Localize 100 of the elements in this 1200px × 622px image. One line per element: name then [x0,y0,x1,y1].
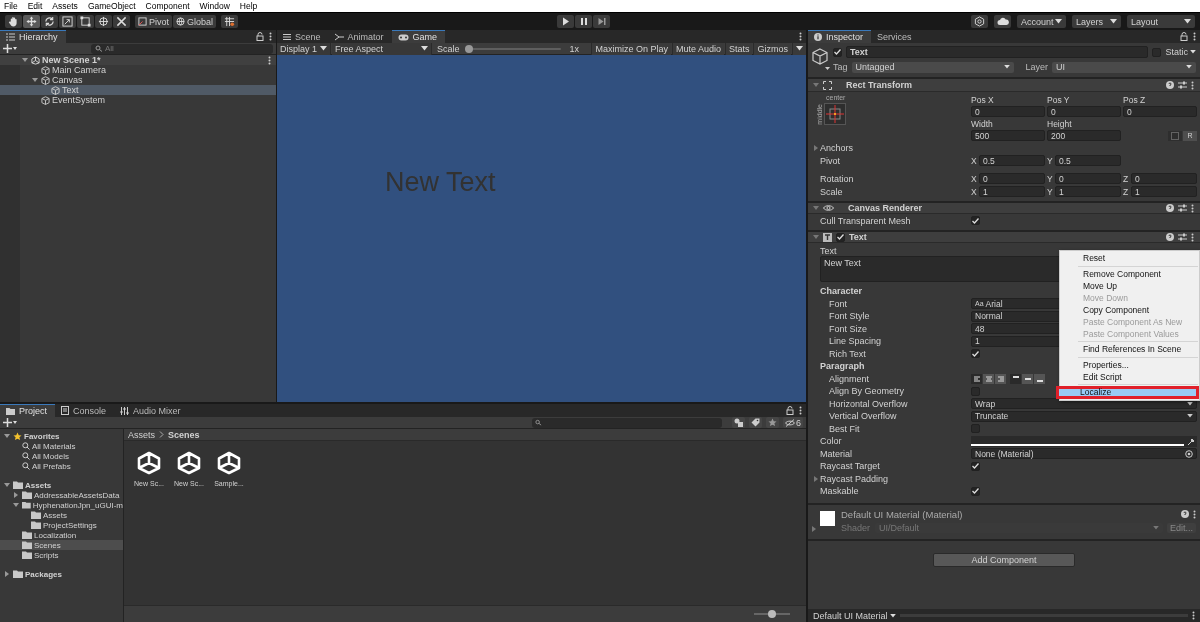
scale-slider[interactable] [464,43,561,54]
more-icon[interactable] [1191,80,1194,90]
menu-item[interactable]: Find References In Scene [1060,342,1199,356]
menu-item[interactable]: GameObject [87,1,136,11]
lock-icon[interactable] [786,406,794,415]
menu-item[interactable]: Window [199,1,230,11]
add-button[interactable] [3,418,17,427]
preview-dropdown[interactable]: Default UI Material [813,610,896,621]
project-tree-item[interactable]: Scenes [0,540,123,550]
hierarchy-item[interactable]: EventSystem [0,95,276,105]
project-tree-item[interactable]: Packages [0,569,123,579]
checkbox[interactable] [971,349,980,359]
dropdown[interactable]: Truncate [971,410,1197,422]
hierarchy-item[interactable]: Main Camera [0,65,276,75]
breadcrumb-item[interactable]: Assets [128,429,155,440]
more-icon[interactable] [268,55,271,65]
menu-item[interactable]: Edit Script [1060,370,1199,384]
project-tree-item[interactable]: Localization [0,530,123,540]
account-dropdown[interactable]: Account [1017,15,1066,28]
project-tree-item[interactable]: All Materials [0,441,123,451]
layer-dropdown[interactable]: UI [1052,61,1196,73]
checkbox[interactable] [971,216,980,225]
hidden-packages-button[interactable]: 6 [783,417,803,428]
tool-button[interactable] [77,15,94,28]
layers-dropdown[interactable]: Layers [1072,15,1121,28]
more-icon[interactable] [1191,232,1194,242]
number-field[interactable]: 1 [1131,186,1197,197]
number-field[interactable]: 0.5 [979,155,1045,166]
component-title[interactable]: Canvas Renderer [848,203,923,213]
project-tree-item[interactable]: AddressableAssetsData [0,490,123,500]
project-tree-item[interactable]: HyphenationJpn_uGUI-m [0,500,123,510]
presets-icon[interactable] [1178,233,1187,241]
cloud-button[interactable] [994,15,1011,28]
enabled-checkbox[interactable] [836,232,845,242]
step-button[interactable] [593,15,610,28]
filter-type-button[interactable] [732,417,745,428]
help-icon[interactable] [1166,233,1174,241]
project-tree-item[interactable]: Assets [0,510,123,520]
view-tab[interactable]: Animator [328,30,392,43]
panel-tab[interactable]: Console [55,404,115,417]
foldout-arrow-icon[interactable] [814,475,818,482]
align-button[interactable] [1022,373,1033,384]
menu-item[interactable]: Edit [27,1,43,11]
name-field[interactable]: Text [846,46,1149,58]
expand-arrow-icon[interactable] [3,434,10,438]
panel-tab[interactable]: Project [0,404,55,417]
icon-size-slider[interactable] [754,610,790,618]
expand-arrow-icon[interactable] [21,58,28,62]
expand-arrow-icon[interactable] [4,571,9,577]
collab-button[interactable] [971,15,988,28]
help-icon[interactable] [1181,510,1189,518]
static-dropdown[interactable]: Static [1165,47,1196,57]
tag-dropdown[interactable]: Untagged [851,61,1014,73]
menu-item[interactable]: File [4,1,18,11]
foldout-arrow-icon[interactable] [812,525,816,532]
lock-icon[interactable] [256,32,264,41]
view-tab[interactable]: Game [391,30,446,43]
object-field[interactable]: None (Material) [971,448,1197,460]
more-icon[interactable] [799,32,802,41]
number-field[interactable]: 1 [979,186,1045,197]
checkbox[interactable] [971,461,980,471]
expand-arrow-icon[interactable] [3,483,10,487]
filter-label-button[interactable] [749,417,762,428]
foldout-arrow-icon[interactable] [814,144,818,151]
panel-tab[interactable]: Audio Mixer [114,404,189,417]
project-tree-item[interactable]: All Models [0,451,123,461]
menu-item[interactable]: Copy Component [1060,303,1199,317]
hierarchy-item[interactable]: New Scene 1* [0,55,276,65]
menu-item[interactable]: Move Up [1060,279,1199,293]
tool-button[interactable] [5,15,22,28]
number-field[interactable]: 0 [971,106,1045,117]
active-checkbox[interactable] [833,47,842,57]
add-component-button[interactable]: Add Component [933,552,1075,567]
pause-button[interactable] [575,15,592,28]
tool-button[interactable] [23,15,40,28]
help-icon[interactable] [1166,81,1174,89]
more-icon[interactable] [799,406,802,415]
project-tree-item[interactable]: Scripts [0,550,123,560]
number-field[interactable]: 0 [1055,173,1121,184]
target-icon[interactable] [1185,449,1193,458]
view-tab[interactable]: Scene [277,30,329,43]
more-icon[interactable] [1193,32,1196,41]
number-field[interactable]: 0 [979,173,1045,184]
tool-button[interactable] [113,15,130,28]
more-icon[interactable] [1191,203,1194,213]
global-button[interactable]: Global [173,15,217,28]
more-icon[interactable] [269,32,272,41]
inspector-tab[interactable]: Inspector [808,30,872,43]
tool-button[interactable] [95,15,112,28]
menu-item[interactable]: Help [239,1,258,11]
menu-item[interactable]: Remove Component [1060,267,1199,281]
number-field[interactable]: 0.5 [1055,155,1121,166]
component-header[interactable]: Rect Transform [808,79,1200,92]
number-field[interactable]: 0 [1123,106,1197,117]
hierarchy-tab[interactable]: Hierarchy [0,30,66,43]
add-button[interactable] [3,44,17,53]
checkbox[interactable] [971,486,980,496]
component-title[interactable]: Text [849,232,867,242]
pivot-button[interactable]: Pivot [135,15,172,28]
project-tree-item[interactable]: Assets [0,480,123,490]
